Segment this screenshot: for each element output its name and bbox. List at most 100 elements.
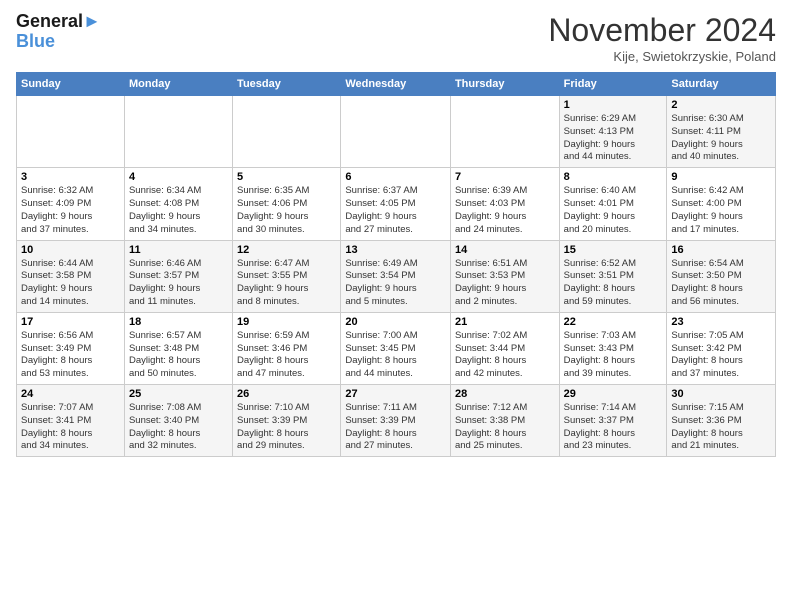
calendar-cell: 20Sunrise: 7:00 AMSunset: 3:45 PMDayligh… <box>341 312 451 384</box>
calendar-cell <box>124 96 232 168</box>
calendar-cell: 21 Sunrise: 7:02 AMSunset: 3:44 PMDayligh… <box>450 312 559 384</box>
day-number: 2 <box>671 99 771 111</box>
day-number: 9 <box>671 171 771 183</box>
day-number: 11 <box>129 244 228 256</box>
header-friday: Friday <box>559 73 667 96</box>
header-sunday: Sunday <box>17 73 125 96</box>
day-number: 23 <box>671 316 771 328</box>
calendar-cell: 14 Sunrise: 6:51 AMSunset: 3:53 PMDayligh… <box>450 240 559 312</box>
week-row-3: 10Sunrise: 6:44 AMSunset: 3:58 PMDayligh… <box>17 240 776 312</box>
header-monday: Monday <box>124 73 232 96</box>
calendar-cell: 19Sunrise: 6:59 AMSunset: 3:46 PMDayligh… <box>233 312 341 384</box>
logo: General► Blue <box>16 12 101 52</box>
day-number: 1 <box>564 99 663 111</box>
calendar-cell: 24 Sunrise: 7:07 AMSunset: 3:41 PMDayligh… <box>17 385 125 457</box>
day-number: 22 <box>564 316 663 328</box>
day-number: 28 <box>455 388 555 400</box>
calendar-cell: 29 Sunrise: 7:14 AMSunset: 3:37 PMDayligh… <box>559 385 667 457</box>
calendar-cell: 16 Sunrise: 6:54 AMSunset: 3:50 PMDayligh… <box>667 240 776 312</box>
calendar-cell: 5Sunrise: 6:35 AMSunset: 4:06 PMDaylight… <box>233 168 341 240</box>
location: Kije, Swietokrzyskie, Poland <box>548 49 776 64</box>
day-number: 21 <box>455 316 555 328</box>
calendar-cell: 25Sunrise: 7:08 AMSunset: 3:40 PMDayligh… <box>124 385 232 457</box>
day-number: 18 <box>129 316 228 328</box>
calendar-cell: 30 Sunrise: 7:15 AMSunset: 3:36 PMDayligh… <box>667 385 776 457</box>
day-number: 26 <box>237 388 336 400</box>
day-number: 30 <box>671 388 771 400</box>
day-number: 3 <box>21 171 120 183</box>
day-info: Sunrise: 6:49 AMSunset: 3:54 PMDaylight:… <box>345 258 446 309</box>
day-info: Sunrise: 6:57 AMSunset: 3:48 PMDaylight:… <box>129 330 228 381</box>
header-saturday: Saturday <box>667 73 776 96</box>
calendar-cell: 6Sunrise: 6:37 AMSunset: 4:05 PMDaylight… <box>341 168 451 240</box>
day-info: Sunrise: 7:08 AMSunset: 3:40 PMDaylight:… <box>129 402 228 453</box>
week-row-1: 1Sunrise: 6:29 AMSunset: 4:13 PMDaylight… <box>17 96 776 168</box>
week-row-4: 17 Sunrise: 6:56 AMSunset: 3:49 PMDayligh… <box>17 312 776 384</box>
day-info: Sunrise: 7:03 AMSunset: 3:43 PMDaylight:… <box>564 330 663 381</box>
calendar-header-row: SundayMondayTuesdayWednesdayThursdayFrid… <box>17 73 776 96</box>
day-info: Sunrise: 7:11 AMSunset: 3:39 PMDaylight:… <box>345 402 446 453</box>
calendar-cell: 2Sunrise: 6:30 AMSunset: 4:11 PMDaylight… <box>667 96 776 168</box>
calendar-cell: 27Sunrise: 7:11 AMSunset: 3:39 PMDayligh… <box>341 385 451 457</box>
calendar-cell: 23 Sunrise: 7:05 AMSunset: 3:42 PMDayligh… <box>667 312 776 384</box>
day-number: 13 <box>345 244 446 256</box>
day-info: Sunrise: 6:32 AMSunset: 4:09 PMDaylight:… <box>21 185 120 236</box>
calendar-cell: 15 Sunrise: 6:52 AMSunset: 3:51 PMDayligh… <box>559 240 667 312</box>
calendar-cell: 10Sunrise: 6:44 AMSunset: 3:58 PMDayligh… <box>17 240 125 312</box>
calendar-cell: 18 Sunrise: 6:57 AMSunset: 3:48 PMDayligh… <box>124 312 232 384</box>
day-number: 4 <box>129 171 228 183</box>
day-info: Sunrise: 7:15 AMSunset: 3:36 PMDaylight:… <box>671 402 771 453</box>
calendar-cell: 9 Sunrise: 6:42 AMSunset: 4:00 PMDaylight… <box>667 168 776 240</box>
header: General► Blue November 2024 Kije, Swieto… <box>16 12 776 64</box>
calendar-cell: 4Sunrise: 6:34 AMSunset: 4:08 PMDaylight… <box>124 168 232 240</box>
calendar-cell: 28 Sunrise: 7:12 AMSunset: 3:38 PMDayligh… <box>450 385 559 457</box>
calendar-cell: 13 Sunrise: 6:49 AMSunset: 3:54 PMDayligh… <box>341 240 451 312</box>
day-info: Sunrise: 6:56 AMSunset: 3:49 PMDaylight:… <box>21 330 120 381</box>
calendar-cell: 8 Sunrise: 6:40 AMSunset: 4:01 PMDaylight… <box>559 168 667 240</box>
day-number: 7 <box>455 171 555 183</box>
day-info: Sunrise: 6:52 AMSunset: 3:51 PMDaylight:… <box>564 258 663 309</box>
week-row-5: 24 Sunrise: 7:07 AMSunset: 3:41 PMDayligh… <box>17 385 776 457</box>
day-info: Sunrise: 7:02 AMSunset: 3:44 PMDaylight:… <box>455 330 555 381</box>
calendar-cell: 7 Sunrise: 6:39 AMSunset: 4:03 PMDaylight… <box>450 168 559 240</box>
day-info: Sunrise: 6:54 AMSunset: 3:50 PMDaylight:… <box>671 258 771 309</box>
day-info: Sunrise: 6:40 AMSunset: 4:01 PMDaylight:… <box>564 185 663 236</box>
day-number: 10 <box>21 244 120 256</box>
day-info: Sunrise: 6:37 AMSunset: 4:05 PMDaylight:… <box>345 185 446 236</box>
day-number: 8 <box>564 171 663 183</box>
title-area: November 2024 Kije, Swietokrzyskie, Pola… <box>548 12 776 64</box>
day-number: 29 <box>564 388 663 400</box>
day-number: 17 <box>21 316 120 328</box>
day-info: Sunrise: 6:35 AMSunset: 4:06 PMDaylight:… <box>237 185 336 236</box>
calendar-cell <box>233 96 341 168</box>
day-number: 14 <box>455 244 555 256</box>
day-info: Sunrise: 7:07 AMSunset: 3:41 PMDaylight:… <box>21 402 120 453</box>
day-info: Sunrise: 7:12 AMSunset: 3:38 PMDaylight:… <box>455 402 555 453</box>
calendar-cell <box>450 96 559 168</box>
day-info: Sunrise: 7:00 AMSunset: 3:45 PMDaylight:… <box>345 330 446 381</box>
header-wednesday: Wednesday <box>341 73 451 96</box>
day-info: Sunrise: 6:46 AMSunset: 3:57 PMDaylight:… <box>129 258 228 309</box>
week-row-2: 3 Sunrise: 6:32 AMSunset: 4:09 PMDaylight… <box>17 168 776 240</box>
day-number: 16 <box>671 244 771 256</box>
month-title: November 2024 <box>548 12 776 49</box>
calendar-cell: 12 Sunrise: 6:47 AMSunset: 3:55 PMDayligh… <box>233 240 341 312</box>
calendar-cell: 1Sunrise: 6:29 AMSunset: 4:13 PMDaylight… <box>559 96 667 168</box>
day-number: 15 <box>564 244 663 256</box>
calendar-cell: 17 Sunrise: 6:56 AMSunset: 3:49 PMDayligh… <box>17 312 125 384</box>
day-info: Sunrise: 7:10 AMSunset: 3:39 PMDaylight:… <box>237 402 336 453</box>
day-info: Sunrise: 7:14 AMSunset: 3:37 PMDaylight:… <box>564 402 663 453</box>
day-number: 24 <box>21 388 120 400</box>
day-info: Sunrise: 6:39 AMSunset: 4:03 PMDaylight:… <box>455 185 555 236</box>
calendar-cell: 26 Sunrise: 7:10 AMSunset: 3:39 PMDayligh… <box>233 385 341 457</box>
calendar-cell: 3 Sunrise: 6:32 AMSunset: 4:09 PMDaylight… <box>17 168 125 240</box>
day-info: Sunrise: 6:59 AMSunset: 3:46 PMDaylight:… <box>237 330 336 381</box>
header-tuesday: Tuesday <box>233 73 341 96</box>
day-info: Sunrise: 6:42 AMSunset: 4:00 PMDaylight:… <box>671 185 771 236</box>
day-number: 12 <box>237 244 336 256</box>
day-info: Sunrise: 6:51 AMSunset: 3:53 PMDaylight:… <box>455 258 555 309</box>
day-info: Sunrise: 6:47 AMSunset: 3:55 PMDaylight:… <box>237 258 336 309</box>
calendar-cell <box>341 96 451 168</box>
day-info: Sunrise: 7:05 AMSunset: 3:42 PMDaylight:… <box>671 330 771 381</box>
calendar-cell: 22 Sunrise: 7:03 AMSunset: 3:43 PMDayligh… <box>559 312 667 384</box>
